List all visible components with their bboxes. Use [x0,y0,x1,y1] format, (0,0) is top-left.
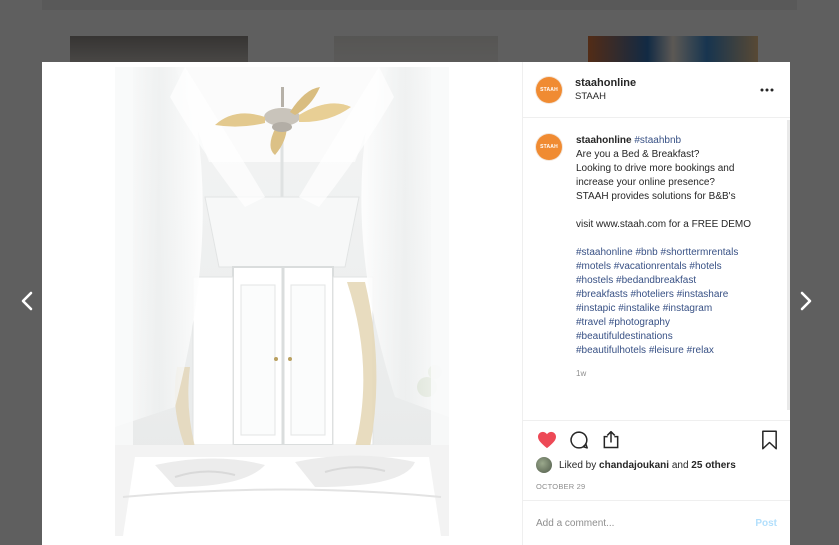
like-button[interactable] [536,429,558,451]
header-username[interactable]: staahonline [575,76,758,90]
hashtag-link[interactable]: #staahonline [576,247,633,258]
comment-input[interactable] [536,517,756,529]
caption: STAAH staahonline #staahbnb Are you a Be… [536,134,776,381]
comment-form: Post [523,500,790,545]
hashtag-link[interactable]: #instashare [677,289,729,300]
post-header: STAAH staahonline STAAH [523,62,790,118]
header-subtitle[interactable]: STAAH [575,90,758,103]
hashtag-link[interactable]: #bedandbreakfast [616,275,696,286]
hashtag-link[interactable]: #beautifuldestinations [576,331,673,342]
caption-line: Are you a Bed & Breakfast? [576,149,700,160]
likes-summary: Liked by chandajoukani and 25 others [536,457,780,473]
comments-area[interactable]: STAAH staahonline #staahbnb Are you a Be… [523,118,790,420]
hashtag-link[interactable]: #relax [687,345,714,356]
header-names: staahonline STAAH [575,76,758,103]
hashtag-line: #instapic #instalike #instagram [576,302,751,316]
post-date[interactable]: OCTOBER 29 [536,482,780,491]
hashtag-link[interactable]: #breakfasts [576,289,628,300]
hashtag-line: #motels #vacationrentals #hotels [576,260,751,274]
caption-avatar[interactable]: STAAH [536,134,562,160]
caption-hashtags: #staahonline #bnb #shorttermrentals #mote… [576,246,751,358]
caption-first-line: staahonline #staahbnb [576,134,751,148]
chevron-left-icon [21,291,33,311]
post-photo[interactable] [115,67,449,536]
caption-line: visit www.staah.com for a FREE DEMO [576,219,752,230]
bookmark-icon [761,430,777,450]
bedroom-canopy-image [115,67,449,536]
post-modal: STAAH staahonline STAAH STAAH staahonlin [42,62,790,545]
hashtag-link[interactable]: #bnb [636,247,658,258]
likes-others-link[interactable]: 25 others [691,460,735,471]
hashtag-link[interactable]: #hostels [576,275,613,286]
hashtag-line: #staahonline #bnb #shorttermrentals [576,246,751,260]
post-sidebar: STAAH staahonline STAAH STAAH staahonlin [523,62,790,545]
caption-line: increase your online presence? [576,177,715,188]
caption-line: STAAH provides solutions for B&B's [576,191,736,202]
hashtag-link[interactable]: #photography [609,317,670,328]
hashtag-link[interactable]: #shorttermrentals [661,247,739,258]
hashtag-link[interactable]: #staahbnb [634,135,681,146]
likes-prefix: Liked by [559,459,597,471]
next-post-button[interactable] [793,288,819,314]
scrollbar[interactable] [787,120,790,410]
hashtag-link[interactable]: #hoteliers [630,289,673,300]
previous-post-button[interactable] [14,288,40,314]
hashtag-link[interactable]: #instagram [663,303,712,314]
hashtag-link[interactable]: #motels [576,261,611,272]
comment-button[interactable] [568,429,590,451]
post-comment-button[interactable]: Post [755,518,777,529]
more-options-button[interactable] [758,81,776,99]
hashtag-link[interactable]: #beautifulhotels [576,345,646,356]
liker-username[interactable]: chandajoukani [599,460,669,471]
action-bar [536,429,780,451]
post-media [42,62,523,545]
hashtag-link[interactable]: #instalike [618,303,660,314]
hashtag-link[interactable]: #travel [576,317,606,328]
hashtag-line: #travel #photography [576,316,751,330]
caption-username[interactable]: staahonline [576,135,632,146]
hashtag-line: #beautifuldestinations [576,330,751,344]
hashtag-line: #hostels #bedandbreakfast [576,274,751,288]
hashtag-link[interactable]: #hotels [689,261,721,272]
share-button[interactable] [600,429,622,451]
time-ago[interactable]: 1w [576,367,751,381]
hashtag-line: #beautifulhotels #leisure #relax [576,344,751,358]
post-actions-section: Liked by chandajoukani and 25 others OCT… [523,420,790,500]
caption-line: Looking to drive more bookings and [576,163,735,174]
more-dots-icon [760,88,774,91]
heart-icon [538,431,556,449]
likes-middle: and [671,459,689,471]
comment-icon [570,431,588,449]
caption-text: Are you a Bed & Breakfast? Looking to dri… [576,148,751,246]
save-button[interactable] [758,429,780,451]
hashtag-link[interactable]: #vacationrentals [614,261,687,272]
hashtag-link[interactable]: #leisure [649,345,684,356]
hashtag-line: #breakfasts #hoteliers #instashare [576,288,751,302]
chevron-right-icon [800,291,812,311]
share-icon [603,430,619,449]
caption-body: staahonline #staahbnb Are you a Bed & Br… [576,134,751,381]
avatar[interactable]: STAAH [536,76,562,103]
hashtag-link[interactable]: #instapic [576,303,615,314]
liker-avatar[interactable] [536,457,552,473]
